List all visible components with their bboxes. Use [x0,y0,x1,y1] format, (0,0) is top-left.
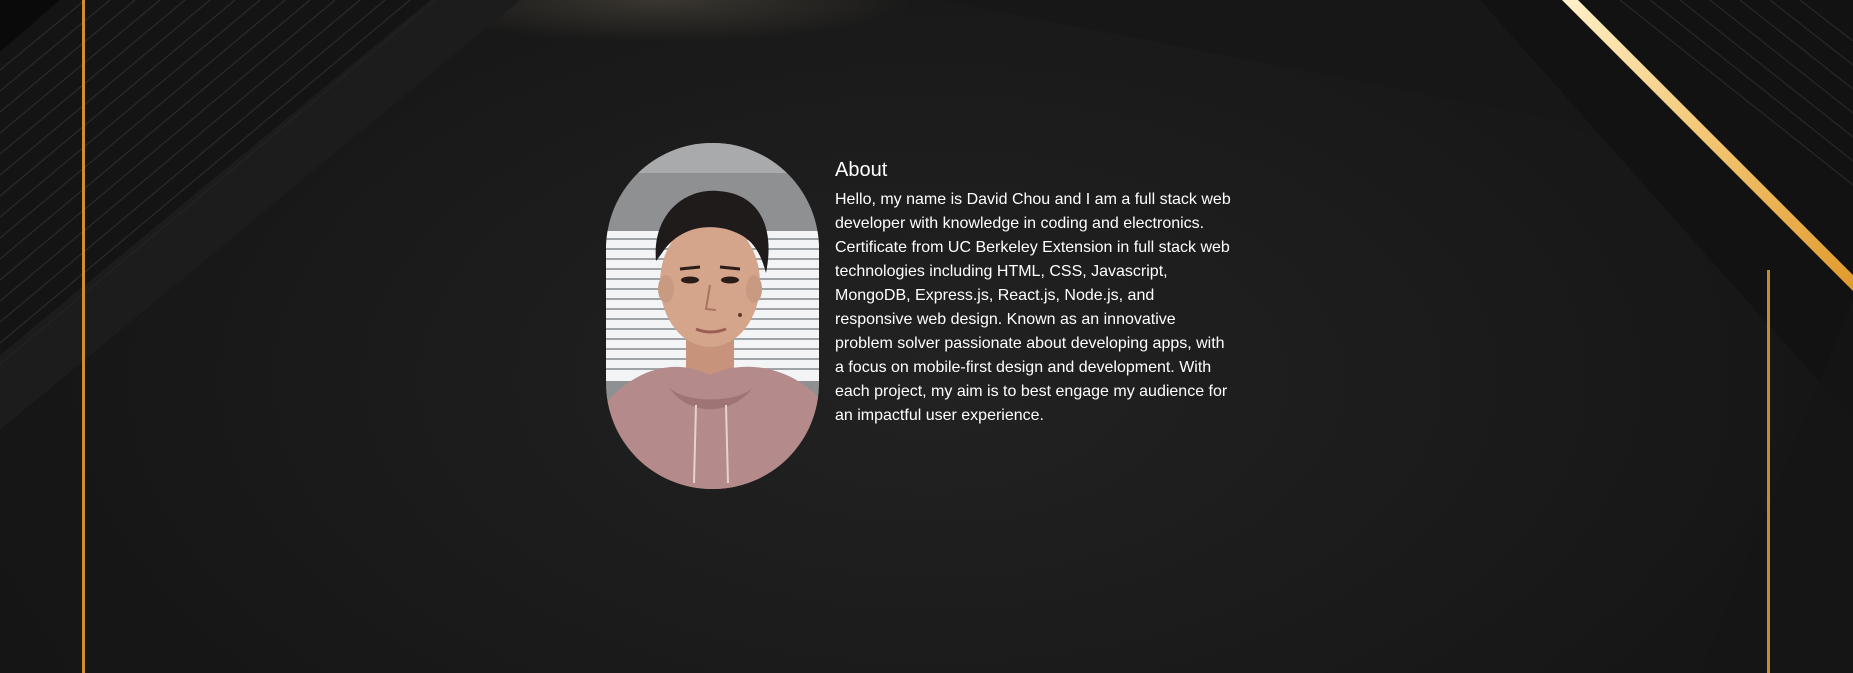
about-card: About Hello, my name is David Chou and I… [606,143,1246,489]
about-section: About Hello, my name is David Chou and I… [0,0,1853,673]
profile-photo [606,143,819,489]
profile-photo-icon [606,143,819,489]
about-heading: About [835,159,888,181]
about-text-block: About Hello, my name is David Chou and I… [835,158,1235,428]
about-description: Hello, my name is David Chou and I am a … [835,191,1231,424]
